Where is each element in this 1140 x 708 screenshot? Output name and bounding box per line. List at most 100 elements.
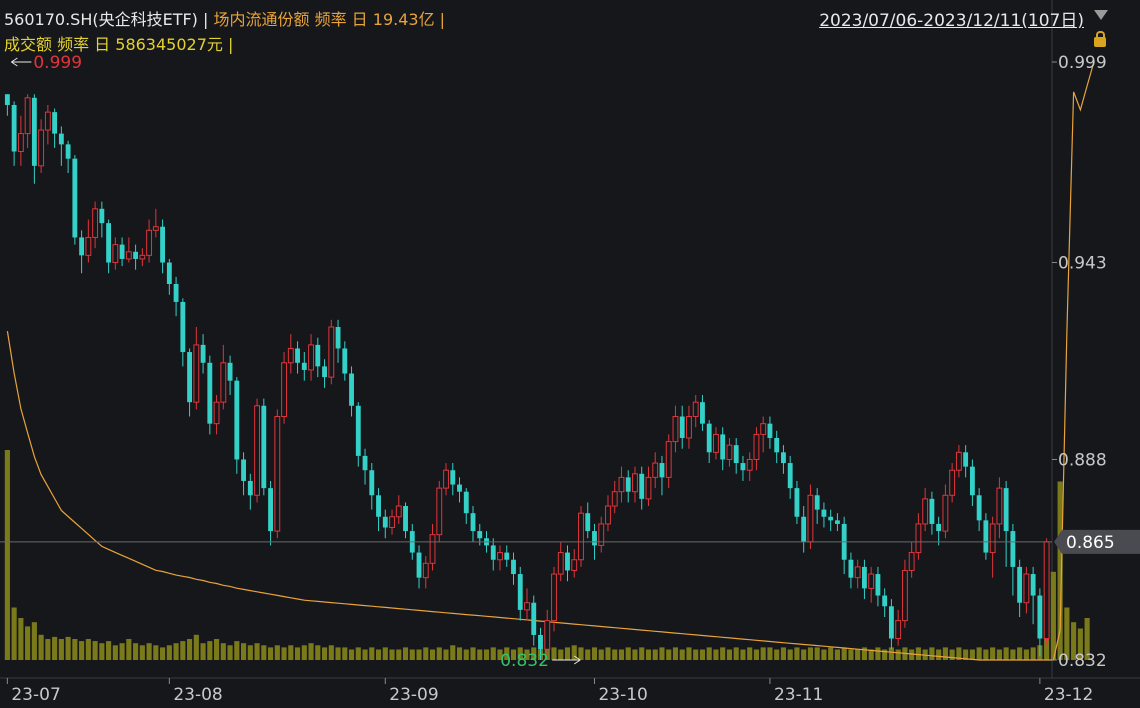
candle-body	[52, 112, 58, 134]
candle-body	[706, 423, 712, 453]
candle-body	[1043, 541, 1050, 640]
candle-body	[261, 405, 267, 489]
volume-bar	[895, 649, 901, 660]
candle-body	[868, 573, 875, 589]
volume-bar	[119, 643, 125, 660]
candle-body	[450, 470, 456, 485]
candle-body	[268, 488, 273, 532]
candle-body	[1037, 595, 1043, 639]
volume-bar	[1010, 649, 1016, 660]
volume-bar	[207, 641, 213, 660]
candle-body	[733, 445, 739, 464]
volume-bar	[848, 649, 854, 660]
volume-bar	[490, 647, 496, 660]
candle-body	[133, 251, 139, 259]
volume-bar	[58, 639, 64, 660]
candle-body	[753, 433, 760, 460]
volume-bar	[652, 649, 658, 660]
volume-bar	[618, 649, 625, 660]
candle-body	[639, 473, 645, 499]
volume-bar	[288, 645, 294, 660]
candle-body	[92, 208, 99, 238]
volume-bar	[828, 647, 834, 660]
candle-body	[436, 487, 443, 536]
candle-body	[443, 469, 449, 489]
volume-bar	[639, 647, 645, 660]
volume-bar	[321, 647, 328, 660]
volume-bar	[274, 645, 280, 660]
volume-bar	[726, 649, 733, 660]
candle-body	[349, 373, 354, 406]
candle-body	[524, 602, 530, 611]
volume-bar	[247, 645, 253, 660]
candle-body	[139, 254, 146, 260]
candle-body	[477, 531, 483, 539]
candle-body	[625, 477, 631, 492]
volume-bar	[436, 647, 442, 660]
candle-body	[247, 480, 253, 496]
chevron-down-icon[interactable]	[1094, 10, 1108, 20]
volume-bar	[760, 647, 766, 660]
volume-bar	[11, 607, 17, 660]
volume-bar	[794, 647, 800, 660]
candle-body	[511, 559, 516, 575]
price-chart[interactable]: 0.865 0.999 0.943 0.888 0.832 23-07 23-08 23-09…	[0, 0, 1140, 708]
candle-body	[254, 405, 260, 496]
volume-bar	[220, 643, 226, 660]
volume-bar	[369, 647, 375, 660]
candle-body	[1017, 566, 1023, 603]
volume-bar	[672, 647, 679, 660]
candle-body	[193, 344, 200, 403]
candle-body	[645, 476, 652, 500]
low-marker-label: 0.832	[500, 651, 549, 671]
candle-body	[618, 476, 625, 493]
candle-body	[382, 516, 388, 528]
candle-body	[726, 444, 733, 460]
candle-body	[1030, 574, 1036, 596]
candle-body	[11, 104, 17, 152]
candle-body	[517, 574, 523, 610]
candle-body	[376, 495, 381, 517]
candle-body	[369, 470, 375, 496]
volume-bar	[126, 639, 132, 660]
candle-body	[403, 506, 408, 532]
volume-bar	[443, 649, 449, 660]
volume-bar	[551, 647, 557, 660]
candle-body	[659, 463, 665, 478]
candle-body	[213, 401, 220, 425]
price-tick-label: 0.888	[1058, 450, 1107, 470]
volume-bar	[693, 649, 699, 660]
header-line-1: 560170.SH(央企科技ETF) | 场内流通份额 频率 日 19.43亿 …	[4, 6, 445, 30]
candle-body	[915, 523, 922, 554]
date-range-selector[interactable]: 2023/07/06-2023/12/11(107日)	[819, 6, 1084, 31]
volume-bar	[483, 649, 490, 660]
candle-body	[220, 362, 227, 403]
volume-bar	[463, 649, 469, 660]
candle-body	[342, 348, 348, 374]
candle-body	[922, 498, 929, 525]
volume-bar	[598, 649, 604, 660]
volume-bar	[402, 647, 409, 660]
candle-body	[760, 423, 767, 435]
candle-body	[416, 552, 422, 578]
candle-body	[322, 366, 327, 378]
price-tick-label: 0.999	[1058, 53, 1107, 73]
volume-bar	[983, 649, 989, 660]
volume-bar	[834, 649, 840, 660]
date-tick-label: 23-09	[389, 685, 438, 705]
lock-icon[interactable]	[1094, 31, 1106, 47]
candle-body	[875, 574, 881, 596]
volume-bar	[666, 649, 672, 660]
volume-bar	[328, 645, 334, 660]
volume-bar	[1030, 647, 1036, 660]
volume-bar	[969, 649, 975, 660]
candle-body	[328, 326, 335, 378]
candle-body	[24, 97, 31, 135]
candle-body	[854, 566, 861, 579]
volume-bar	[234, 641, 240, 660]
volume-bar	[706, 647, 712, 660]
candle-body	[781, 452, 786, 464]
volume-bar	[294, 647, 301, 660]
candle-body	[955, 451, 962, 471]
volume-bar	[79, 641, 85, 660]
